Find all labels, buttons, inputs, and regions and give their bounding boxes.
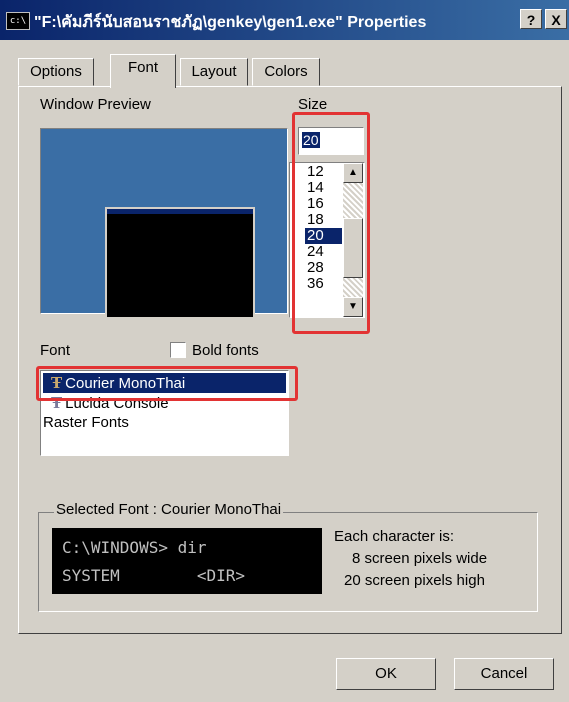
font-item-raster-fonts[interactable]: Raster Fonts [43, 413, 129, 433]
tab-font[interactable]: Font [110, 54, 176, 88]
window-title: "F:\คัมภีร์นับสอนราชภัฏ\genkey\gen1.exe"… [34, 14, 427, 31]
title-bar[interactable]: c:\ "F:\คัมภีร์นับสอนราชภัฏ\genkey\gen1.… [0, 0, 569, 40]
preview-console-titlebar [107, 209, 253, 214]
preview-console-window [105, 207, 255, 319]
bold-fonts-checkbox[interactable] [170, 342, 186, 358]
bold-fonts-label[interactable]: Bold fonts [192, 342, 259, 359]
size-label: Size [298, 96, 328, 113]
char-height-text: 20 screen pixels high [344, 572, 485, 589]
console-app-icon: c:\ [6, 12, 30, 30]
char-size-title: Each character is: [334, 528, 455, 545]
sample-line-2: SYSTEM <DIR> [62, 566, 246, 585]
selected-font-label: Selected Font : Courier MonoThai [54, 501, 284, 518]
font-sample-preview: C:\WINDOWS> dir SYSTEM <DIR> [52, 528, 322, 594]
window-preview-label: Window Preview [40, 96, 151, 113]
font-highlight-box [36, 366, 298, 401]
char-width-text: 8 screen pixels wide [352, 550, 488, 567]
cancel-button[interactable]: Cancel [454, 658, 554, 690]
tab-layout[interactable]: Layout [180, 58, 248, 86]
close-button[interactable]: X [545, 9, 567, 29]
sample-line-1: C:\WINDOWS> dir [62, 538, 207, 557]
tab-options[interactable]: Options [18, 58, 94, 86]
properties-dialog: c:\ "F:\คัมภีร์นับสอนราชภัฏ\genkey\gen1.… [0, 0, 569, 702]
size-highlight-box [292, 112, 370, 334]
help-button[interactable]: ? [520, 9, 542, 29]
window-preview [40, 128, 288, 319]
ok-button[interactable]: OK [336, 658, 436, 690]
tab-colors[interactable]: Colors [252, 58, 320, 86]
font-item-label: Raster Fonts [43, 414, 129, 431]
font-label: Font [40, 342, 71, 359]
